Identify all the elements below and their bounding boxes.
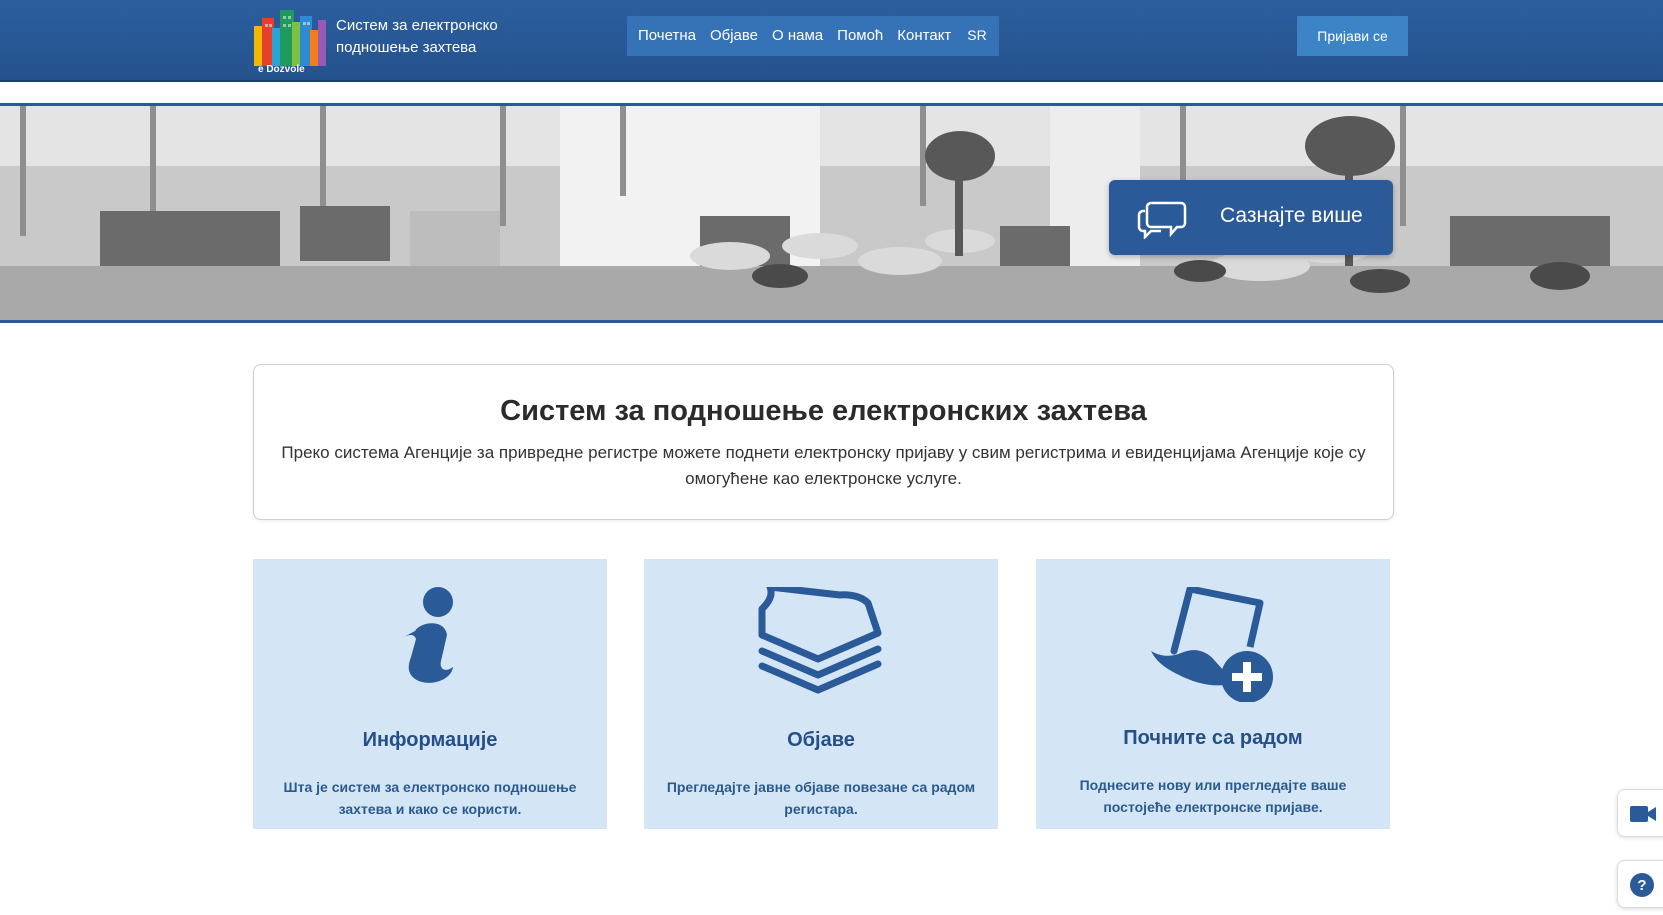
video-call-button[interactable] xyxy=(1617,789,1663,837)
svg-text:?: ? xyxy=(1637,877,1646,894)
nav-item-contact[interactable]: Контакт xyxy=(890,16,958,56)
help-button[interactable]: ? xyxy=(1617,860,1663,908)
card-information[interactable]: Информације Шта је систем за електронско… xyxy=(253,559,607,829)
new-document-icon xyxy=(1151,587,1273,702)
intro-text: Преко система Агенције за привредне реги… xyxy=(281,443,1366,488)
site-title: Систем за електронско подношење захтева xyxy=(336,15,526,59)
card-get-started-text: Поднесите нову или прегледајте ваше пост… xyxy=(1079,777,1347,815)
main-nav: Почетна Објаве О нама Помоћ Контакт xyxy=(627,16,963,56)
language-selector[interactable]: SR xyxy=(955,16,999,56)
card-information-text: Шта је систем за електронско подношење з… xyxy=(283,779,577,817)
card-information-title: Информације xyxy=(362,729,498,751)
learn-more-button[interactable]: Сазнајте више xyxy=(1109,180,1393,255)
office-photo xyxy=(0,106,1663,320)
card-announcements-text: Прегледајте јавне објаве повезане са рад… xyxy=(666,779,976,817)
nav-item-about[interactable]: О нама xyxy=(765,16,830,56)
edozvole-logo[interactable]: e Dozvole xyxy=(252,8,330,75)
nav-item-help[interactable]: Помоћ xyxy=(830,16,890,56)
help-icon: ? xyxy=(1630,873,1654,897)
card-announcements[interactable]: Објаве Прегледајте јавне објаве повезане… xyxy=(644,559,998,829)
logo-text: e Dozvole xyxy=(258,64,305,74)
site-title-line1: Систем за електронско xyxy=(336,17,498,34)
video-camera-icon xyxy=(1630,806,1656,822)
intro-panel: Систем за подношење електронских захтева… xyxy=(253,364,1394,520)
card-get-started-title: Почните са радом xyxy=(1123,727,1303,749)
intro-title: Систем за подношење електронских захтева xyxy=(500,395,1147,427)
top-header: e Dozvole Систем за електронско подношењ… xyxy=(0,0,1663,82)
hero-banner: Сазнајте више xyxy=(0,103,1663,323)
nav-item-home[interactable]: Почетна xyxy=(631,16,703,56)
documents-stack-icon xyxy=(758,587,882,694)
login-button[interactable]: Пријави се xyxy=(1297,16,1408,56)
nav-item-announcements[interactable]: Објаве xyxy=(703,16,765,56)
info-icon xyxy=(404,587,453,683)
card-get-started[interactable]: Почните са радом Поднесите нову или прег… xyxy=(1036,559,1390,829)
learn-more-label: Сазнајте више xyxy=(1220,204,1363,227)
site-title-line2: подношење захтева xyxy=(336,39,477,56)
chat-bubbles-icon xyxy=(1137,201,1187,239)
card-announcements-title: Објаве xyxy=(787,729,855,751)
